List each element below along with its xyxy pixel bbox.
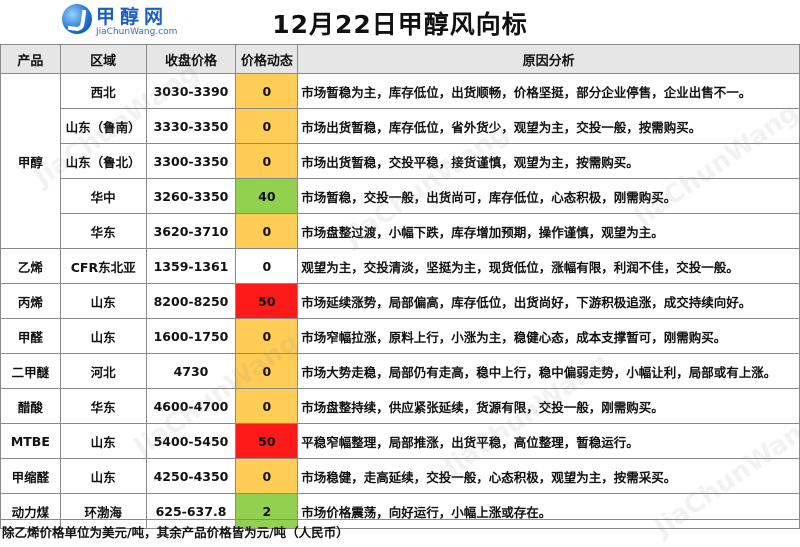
reason-cell: 市场暂稳，交投一般，出货尚可，库存低位，心态积极，刚需购买。 (297, 178, 800, 214)
table-row: 甲醛 山东 1600-1750 0 市场窄幅拉涨，原料上行，小涨为主，稳健心态，成本支撑… (0, 318, 800, 354)
table-row: 甲缩醛 山东 4250-4350 0 市场稳健，走高延续，交投一般，心态积极，观望为主，… (0, 458, 800, 494)
table-row: 山东（鲁北） 3300-3350 0 市场出货暂稳，交投平稳，接货谨慎，观望为主，按需… (1, 143, 800, 179)
col-header-region: 区域 (59, 44, 147, 74)
col-header-reason: 原因分析 (297, 44, 800, 74)
table-row: 乙烯 CFR东北亚 1359-1361 0 观望为主，交投清淡，坚挺为主，现货低位，涨幅… (0, 248, 800, 284)
price-cell: 1600-1750 (145, 318, 237, 354)
reason-cell: 市场暂稳为主，库存低位，出货顺畅，价格坚挺，部分企业停售，企业出售不一。 (297, 73, 800, 109)
table-row: 华东 3620-3710 0 市场盘整过渡，小幅下跌，库存增加预期，操作谨慎，观望为主… (1, 213, 800, 249)
region-cell: 山东 (59, 458, 147, 494)
reason-cell: 市场延续涨势，局部偏高，库存低位，出货尚好，下游积极追涨，成交持续向好。 (297, 283, 800, 319)
price-cell: 4250-4350 (145, 458, 237, 494)
product-cell: 二甲醚 (0, 353, 61, 389)
reason-cell: 市场出货暂稳，交投平稳，接货谨慎，观望为主，按需购买。 (297, 143, 800, 179)
price-cell: 1359-1361 (145, 248, 237, 284)
price-cell: 3620-3710 (145, 213, 237, 249)
price-cell: 3330-3350 (145, 108, 237, 144)
change-cell: 0 (235, 143, 299, 179)
price-cell: 4730 (145, 353, 237, 389)
change-cell: 0 (235, 353, 299, 389)
header: 甲醇网 JiaChunWang.com 12月22日甲醇风向标 (0, 0, 800, 44)
region-cell: 山东 (59, 318, 147, 354)
footnote: 除乙烯价格单位为美元/吨，其余产品价格皆为元/吨（人民币） (0, 519, 800, 547)
product-cell: 甲醛 (0, 318, 61, 354)
report-frame: 甲醇网 JiaChunWang.com 12月22日甲醇风向标 产品 区域 收盘… (0, 0, 800, 547)
region-cell: CFR东北亚 (59, 248, 147, 284)
reason-cell: 市场盘整过渡，小幅下跌，库存增加预期，操作谨慎，观望为主。 (297, 213, 800, 249)
page-title: 12月22日甲醇风向标 (272, 10, 528, 39)
table-row: 二甲醚 河北 4730 0 市场大势走稳，局部仍有走高，稳中上行，稳中偏弱走势，小幅让利… (0, 353, 800, 389)
product-cell: 乙烯 (0, 248, 61, 284)
product-cell: 甲醇 (0, 73, 61, 249)
change-cell: 0 (235, 388, 299, 424)
price-cell: 8200-8250 (145, 283, 237, 319)
change-cell: 0 (235, 248, 299, 284)
region-cell: 华东 (59, 213, 147, 249)
table-row: 华中 3260-3350 40 市场暂稳，交投一般，出货尚可，库存低位，心态积极，刚需… (1, 178, 800, 214)
reason-cell: 市场盘整持续，供应紧张延续，货源有限，交投一般，刚需购买。 (297, 388, 800, 424)
price-cell: 4600-4700 (145, 388, 237, 424)
table-row: 醋酸 华东 4600-4700 0 市场盘整持续，供应紧张延续，货源有限，交投一般，刚需… (0, 388, 800, 424)
table-row: MTBE 山东 5400-5450 50 平稳窄幅整理，局部推涨，出货平稳，高位整理，暂… (0, 423, 800, 459)
change-cell: 40 (235, 178, 299, 214)
region-cell: 山东 (59, 283, 147, 319)
table-row: 山东（鲁南） 3330-3350 0 市场出货暂稳，库存低位，省外货少，观望为主，交投… (1, 108, 800, 144)
change-cell: 50 (235, 423, 299, 459)
region-cell: 西北 (59, 73, 147, 109)
region-cell: 山东（鲁南） (59, 108, 147, 144)
price-cell: 5400-5450 (145, 423, 237, 459)
product-cell: 甲缩醛 (0, 458, 61, 494)
region-cell: 山东（鲁北） (59, 143, 147, 179)
change-cell: 0 (235, 458, 299, 494)
reason-cell: 平稳窄幅整理，局部推涨，出货平稳，高位整理，暂稳运行。 (297, 423, 800, 459)
col-header-change: 价格动态 (235, 44, 299, 74)
change-cell: 50 (235, 283, 299, 319)
region-cell: 山东 (59, 423, 147, 459)
region-cell: 华东 (59, 388, 147, 424)
table-row: 甲醇 西北 3030-3390 0 市场暂稳为主，库存低位，出货顺畅，价格坚挺，部分企业… (0, 73, 800, 249)
table-row: 丙烯 山东 8200-8250 50 市场延续涨势，局部偏高，库存低位，出货尚好，下游积… (0, 283, 800, 319)
table-header-row: 产品 区域 收盘价格 价格动态 原因分析 (0, 44, 800, 74)
price-cell: 3030-3390 (145, 73, 237, 109)
price-cell: 3260-3350 (145, 178, 237, 214)
price-table: 产品 区域 收盘价格 价格动态 原因分析 甲醇 西北 3030-3390 0 市场暂稳为… (0, 44, 800, 529)
change-cell: 0 (235, 108, 299, 144)
reason-cell: 市场出货暂稳，库存低位，省外货少，观望为主，交投一般，按需购买。 (297, 108, 800, 144)
col-header-product: 产品 (0, 44, 61, 74)
product-cell: 丙烯 (0, 283, 61, 319)
product-cell: MTBE (0, 423, 61, 459)
reason-cell: 市场稳健，走高延续，交投一般，心态积极，观望为主，按需采买。 (297, 458, 800, 494)
price-cell: 3300-3350 (145, 143, 237, 179)
col-header-price: 收盘价格 (145, 44, 237, 74)
reason-cell: 市场大势走稳，局部仍有走高，稳中上行，稳中偏弱走势，小幅让利，局部或有上涨。 (297, 353, 800, 389)
reason-cell: 市场窄幅拉涨，原料上行，小涨为主，稳健心态，成本支撑暂可，刚需购买。 (297, 318, 800, 354)
change-cell: 0 (235, 73, 299, 109)
product-cell: 醋酸 (0, 388, 61, 424)
change-cell: 0 (235, 213, 299, 249)
region-cell: 河北 (59, 353, 147, 389)
table-body: 甲醇 西北 3030-3390 0 市场暂稳为主，库存低位，出货顺畅，价格坚挺，部分企业… (0, 73, 800, 529)
reason-cell: 观望为主，交投清淡，坚挺为主，现货低位，涨幅有限，利润不佳，交投一般。 (297, 248, 800, 284)
change-cell: 0 (235, 318, 299, 354)
region-cell: 华中 (59, 178, 147, 214)
